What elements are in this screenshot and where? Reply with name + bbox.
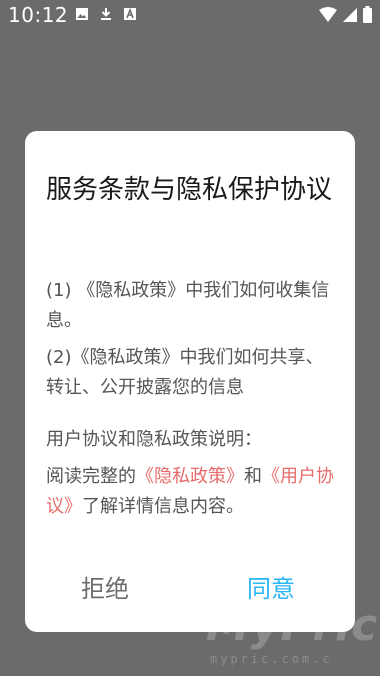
and-text: 和: [244, 466, 262, 487]
image-icon: [76, 8, 88, 20]
wifi-icon: [319, 6, 337, 22]
read-full-text: 阅读完整的《隐私政策》和《用户协议》了解详情信息内容。: [46, 462, 338, 522]
system-icons: [319, 6, 372, 23]
agreement-note: 用户协议和隐私政策说明：: [46, 429, 262, 450]
agree-button[interactable]: 同意: [247, 569, 295, 604]
read-prefix: 阅读完整的: [46, 466, 136, 487]
privacy-item-2: (2)《隐私政策》中我们如何共享、转让、公开披露您的信息: [46, 347, 324, 398]
notification-icons: [75, 7, 137, 21]
privacy-policy-link[interactable]: 《隐私政策》: [136, 466, 244, 487]
watermark-url: mypric.com.c: [210, 652, 333, 666]
download-icon: [101, 8, 111, 20]
status-bar: 10:12: [0, 0, 380, 30]
signal-icon: [343, 7, 357, 22]
terms-dialog: 服务条款与隐私保护协议 (1) 《隐私政策》中我们如何收集信息。 (2)《隐私政…: [25, 131, 355, 632]
status-time: 10:12: [8, 3, 69, 27]
text-icon: [124, 7, 136, 20]
read-suffix: 了解详情信息内容。: [82, 496, 244, 517]
privacy-item-1: (1) 《隐私政策》中我们如何收集信息。: [46, 280, 330, 331]
dialog-title: 服务条款与隐私保护协议: [46, 175, 333, 205]
battery-icon: [363, 6, 372, 23]
reject-button[interactable]: 拒绝: [81, 569, 129, 604]
